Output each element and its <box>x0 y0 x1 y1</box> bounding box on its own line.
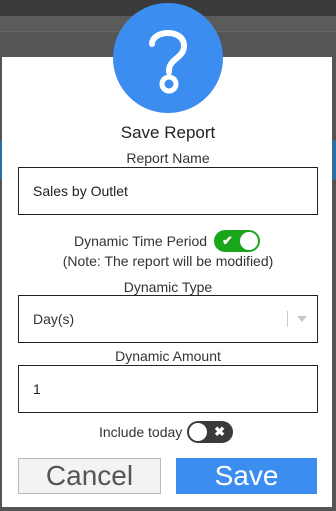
report-name-input[interactable]: Sales by Outlet <box>18 167 318 215</box>
dynamic-amount-input[interactable]: 1 <box>18 365 318 413</box>
select-separator <box>287 311 288 327</box>
check-icon: ✔ <box>222 233 233 248</box>
dynamic-amount-value: 1 <box>33 381 41 397</box>
cancel-button[interactable]: Cancel <box>18 458 161 494</box>
dynamic-type-label: Dynamic Type <box>123 279 213 295</box>
x-icon: ✖ <box>214 424 225 439</box>
toggle-knob <box>189 423 207 441</box>
report-name-value: Sales by Outlet <box>33 183 128 199</box>
dynamic-amount-label: Dynamic Amount <box>115 348 221 364</box>
question-mark-icon <box>113 3 223 113</box>
include-today-label: Include today <box>99 424 183 440</box>
dynamic-time-period-toggle[interactable]: ✔ <box>214 230 260 252</box>
report-name-label: Report Name <box>126 150 210 166</box>
dynamic-time-period-note: (Note: The report will be modified) <box>62 253 274 269</box>
include-today-toggle[interactable]: ✖ <box>187 421 233 443</box>
dynamic-time-period-label: Dynamic Time Period <box>74 233 208 249</box>
save-button[interactable]: Save <box>176 458 317 494</box>
toggle-knob <box>240 232 258 250</box>
dynamic-type-select[interactable]: Day(s) <box>18 295 318 343</box>
dynamic-type-value: Day(s) <box>33 311 75 327</box>
chevron-down-icon <box>297 316 307 322</box>
dialog-title: Save Report <box>120 123 216 142</box>
